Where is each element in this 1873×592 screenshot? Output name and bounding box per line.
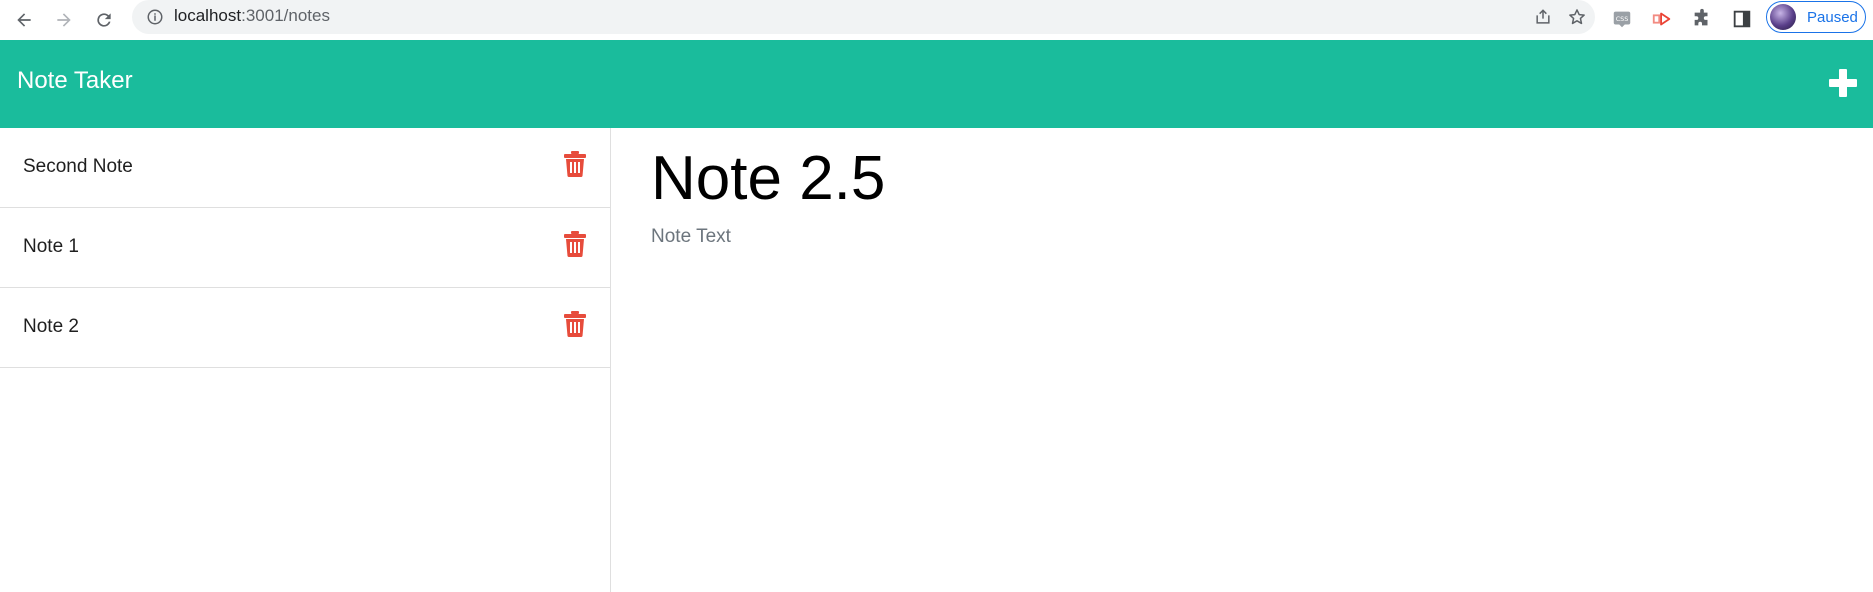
note-title-label[interactable]: Second Note (23, 156, 133, 178)
info-icon[interactable] (146, 8, 164, 26)
trash-icon (564, 231, 586, 258)
profile-status: Paused (1807, 9, 1858, 26)
trash-icon (564, 151, 586, 178)
svg-text:CSS: CSS (1616, 15, 1629, 23)
note-list: Second Note Note 1 Note 2 (0, 128, 611, 592)
arrow-right-icon (57, 13, 71, 27)
avatar (1770, 4, 1796, 30)
note-text-input[interactable] (651, 226, 1831, 566)
delete-note-button[interactable] (564, 151, 586, 178)
note-title-label[interactable]: Note 1 (23, 236, 79, 258)
arrow-left-icon (17, 13, 31, 27)
puzzle-icon (1694, 8, 1708, 26)
back-button[interactable] (8, 4, 40, 36)
side-panel-icon (1733, 10, 1751, 28)
trash-icon (564, 311, 586, 338)
cast-extension-button[interactable] (1649, 6, 1675, 32)
browser-toolbar: localhost:3001/notes CSS Paused (0, 0, 1873, 40)
bookmark-button[interactable] (1565, 5, 1589, 29)
css-extension-button[interactable]: CSS (1609, 6, 1635, 32)
cast-icon (1652, 12, 1671, 26)
url-host: localhost (174, 6, 242, 25)
list-item[interactable]: Second Note (0, 128, 610, 208)
delete-note-button[interactable] (564, 311, 586, 338)
profile-button[interactable]: Paused (1766, 1, 1866, 33)
note-title-label[interactable]: Note 2 (23, 316, 79, 338)
star-icon (1569, 9, 1585, 25)
plus-icon (1829, 69, 1857, 97)
share-button[interactable] (1531, 5, 1555, 29)
list-item[interactable]: Note 2 (0, 288, 610, 368)
url-path: :3001/notes (241, 6, 330, 25)
new-note-button[interactable] (1828, 68, 1858, 98)
reload-icon (97, 13, 111, 27)
note-editor (611, 128, 1873, 592)
css-viewer-icon: CSS (1613, 11, 1631, 28)
url-text: localhost:3001/notes (174, 6, 330, 26)
forward-button[interactable] (48, 4, 80, 36)
delete-note-button[interactable] (564, 231, 586, 258)
note-title-input[interactable] (651, 142, 1831, 214)
list-item[interactable]: Note 1 (0, 208, 610, 288)
app-title[interactable]: Note Taker (17, 67, 133, 95)
address-bar[interactable]: localhost:3001/notes (132, 0, 1595, 34)
reload-button[interactable] (88, 4, 120, 36)
extensions-button[interactable] (1689, 6, 1715, 32)
share-icon (1536, 9, 1550, 24)
side-panel-button[interactable] (1729, 6, 1755, 32)
app-header: Note Taker (0, 40, 1873, 128)
